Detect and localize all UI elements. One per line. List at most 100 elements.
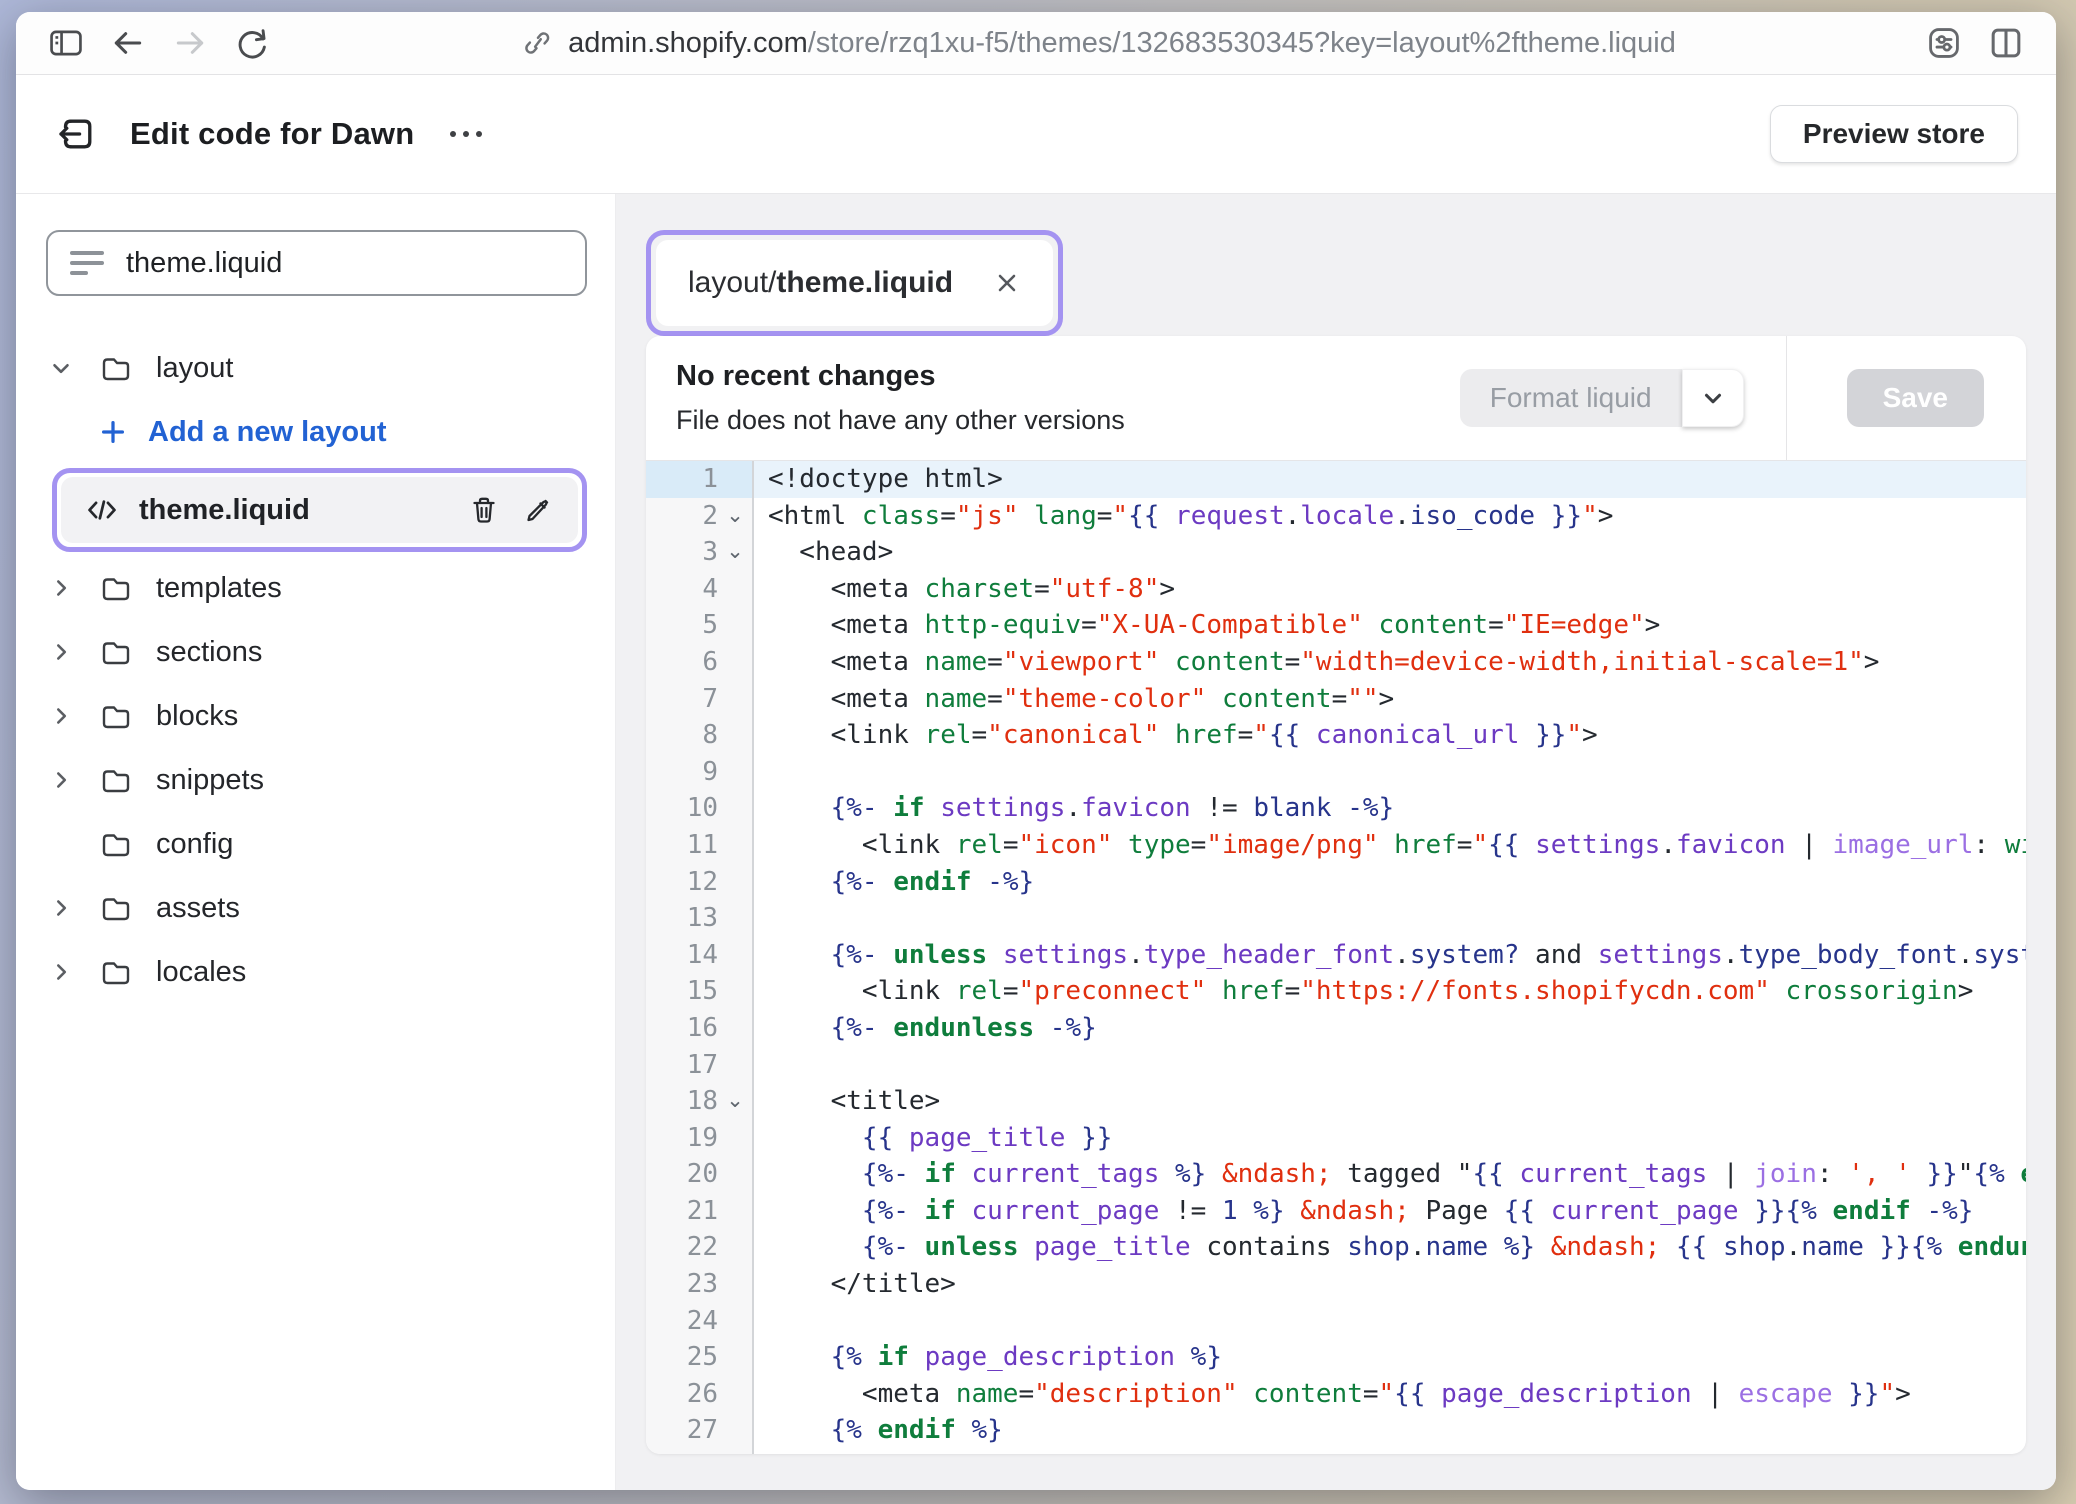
code-line-25[interactable]: 25 {% if page_description %} [646,1339,2026,1376]
rename-file-icon[interactable] [520,492,556,528]
app-header: Edit code for Dawn Preview store [16,75,2056,194]
code-line-8[interactable]: 8 <link rel="canonical" href="{{ canonic… [646,717,2026,754]
code-line-2[interactable]: 2⌄<html class="js" lang="{{ request.loca… [646,498,2026,535]
sidebar-folder-config[interactable]: config [46,812,587,876]
code-text[interactable] [754,1047,2026,1084]
code-text[interactable]: {% endif %} [754,1412,2026,1449]
back-icon[interactable] [102,17,154,69]
fold-chevron-icon[interactable]: ⌄ [718,1083,752,1120]
exit-editor-icon[interactable] [54,111,100,157]
sidebar-file-theme-liquid[interactable]: theme.liquid [61,477,578,543]
tab-layout-theme-liquid[interactable]: layout/theme.liquid [656,240,1053,326]
close-tab-icon[interactable] [993,269,1021,297]
split-view-icon[interactable] [1980,17,2032,69]
preview-store-button[interactable]: Preview store [1770,105,2018,163]
code-text[interactable]: {%- endif -%} [754,864,2026,901]
code-line-23[interactable]: 23 </title> [646,1266,2026,1303]
code-line-1[interactable]: 1<!doctype html> [646,461,2026,498]
code-text[interactable] [754,1449,2026,1454]
sidebar-folder-locales[interactable]: locales [46,940,587,1004]
chevron-right-icon[interactable] [46,639,76,665]
page-settings-icon[interactable] [1918,17,1970,69]
code-line-26[interactable]: 26 <meta name="description" content="{{ … [646,1376,2026,1413]
gutter-line-27: 27 [646,1412,754,1449]
code-text[interactable]: <link rel="canonical" href="{{ canonical… [754,717,2026,754]
code-line-9[interactable]: 9 [646,754,2026,791]
code-text[interactable]: {%- endunless -%} [754,1010,2026,1047]
code-line-17[interactable]: 17 [646,1047,2026,1084]
code-line-20[interactable]: 20 {%- if current_tags %} &ndash; tagged… [646,1156,2026,1193]
fold-chevron-icon[interactable]: ⌄ [718,534,752,571]
code-editor[interactable]: 1<!doctype html>2⌄<html class="js" lang=… [646,461,2026,1454]
code-line-22[interactable]: 22 {%- unless page_title contains shop.n… [646,1229,2026,1266]
code-line-14[interactable]: 14 {%- unless settings.type_header_font.… [646,937,2026,974]
code-text[interactable]: <meta name="theme-color" content=""> [754,681,2026,718]
code-text[interactable]: <!doctype html> [754,461,2026,498]
code-text[interactable]: </title> [754,1266,2026,1303]
file-search-box[interactable] [46,230,587,296]
code-line-12[interactable]: 12 {%- endif -%} [646,864,2026,901]
code-line-3[interactable]: 3⌄ <head> [646,534,2026,571]
code-text[interactable]: <meta name="description" content="{{ pag… [754,1376,2026,1413]
code-line-11[interactable]: 11 <link rel="icon" type="image/png" hre… [646,827,2026,864]
code-text[interactable] [754,754,2026,791]
add-layout-link[interactable]: Add a new layout [46,400,587,464]
code-text[interactable] [754,900,2026,937]
code-text[interactable]: <head> [754,534,2026,571]
sidebar-folder-blocks[interactable]: blocks [46,684,587,748]
code-line-16[interactable]: 16 {%- endunless -%} [646,1010,2026,1047]
chevron-right-icon[interactable] [46,959,76,985]
url-bar[interactable]: admin.shopify.com/store/rzq1xu-f5/themes… [288,26,1908,60]
code-line-4[interactable]: 4 <meta charset="utf-8"> [646,571,2026,608]
chevron-right-icon[interactable] [46,767,76,793]
chevron-down-icon[interactable] [46,355,76,381]
forward-icon[interactable] [164,17,216,69]
code-text[interactable]: <meta charset="utf-8"> [754,571,2026,608]
code-line-18[interactable]: 18⌄ <title> [646,1083,2026,1120]
code-text[interactable]: {%- if current_tags %} &ndash; tagged "{… [754,1156,2026,1193]
code-text[interactable]: <html class="js" lang="{{ request.locale… [754,498,2026,535]
code-line-7[interactable]: 7 <meta name="theme-color" content=""> [646,681,2026,718]
code-text[interactable]: <link rel="icon" type="image/png" href="… [754,827,2026,864]
code-text[interactable]: {%- unless page_title contains shop.name… [754,1229,2026,1266]
more-actions-icon[interactable] [450,131,482,137]
sidebar-folder-templates[interactable]: templates [46,556,587,620]
sidebar-folder-snippets[interactable]: snippets [46,748,587,812]
code-line-28[interactable]: 28 [646,1449,2026,1454]
gutter-line-10: 10 [646,790,754,827]
code-text[interactable]: <link rel="preconnect" href="https://fon… [754,973,2026,1010]
chevron-right-icon[interactable] [46,895,76,921]
chevron-right-icon[interactable] [46,575,76,601]
sidebar-folder-sections[interactable]: sections [46,620,587,684]
code-line-15[interactable]: 15 <link rel="preconnect" href="https://… [646,973,2026,1010]
code-line-10[interactable]: 10 {%- if settings.favicon != blank -%} [646,790,2026,827]
code-text[interactable]: <meta name="viewport" content="width=dev… [754,644,2026,681]
search-input[interactable] [124,246,563,281]
sidebar-folder-assets[interactable]: assets [46,876,587,940]
chevron-right-icon[interactable] [46,703,76,729]
delete-file-icon[interactable] [466,492,502,528]
gutter-line-21: 21 [646,1193,754,1230]
code-text[interactable]: {%- unless settings.type_header_font.sys… [754,937,2026,974]
code-line-24[interactable]: 24 [646,1303,2026,1340]
code-line-13[interactable]: 13 [646,900,2026,937]
code-line-21[interactable]: 21 {%- if current_page != 1 %} &ndash; P… [646,1193,2026,1230]
code-text[interactable]: <meta http-equiv="X-UA-Compatible" conte… [754,607,2026,644]
sidebar-folder-layout[interactable]: layout [46,336,587,400]
reload-icon[interactable] [226,17,278,69]
code-text[interactable]: {% if page_description %} [754,1339,2026,1376]
code-text[interactable] [754,1303,2026,1340]
browser-sidebar-toggle-icon[interactable] [40,17,92,69]
format-liquid-button[interactable]: Format liquid [1460,369,1682,427]
code-line-19[interactable]: 19 {{ page_title }} [646,1120,2026,1157]
code-text[interactable]: {{ page_title }} [754,1120,2026,1157]
code-line-6[interactable]: 6 <meta name="viewport" content="width=d… [646,644,2026,681]
code-text[interactable]: {%- if current_page != 1 %} &ndash; Page… [754,1193,2026,1230]
code-line-27[interactable]: 27 {% endif %} [646,1412,2026,1449]
code-text[interactable]: {%- if settings.favicon != blank -%} [754,790,2026,827]
fold-chevron-icon[interactable]: ⌄ [718,498,752,535]
code-line-5[interactable]: 5 <meta http-equiv="X-UA-Compatible" con… [646,607,2026,644]
save-button[interactable]: Save [1847,369,1984,427]
format-liquid-dropdown-toggle[interactable] [1682,369,1744,427]
code-text[interactable]: <title> [754,1083,2026,1120]
